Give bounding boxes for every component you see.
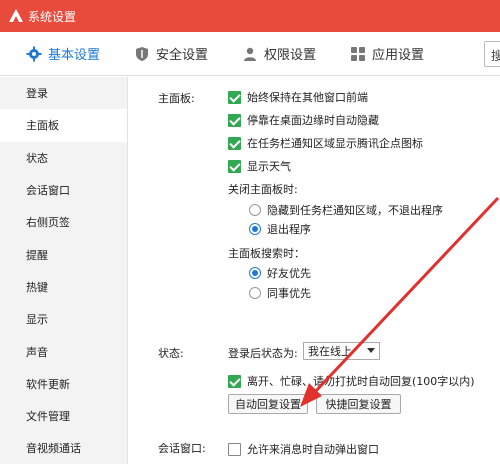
login-status-value: 我在线上	[308, 345, 352, 358]
sidebar-item-label: 热键	[26, 280, 48, 294]
checkbox-label: 允许来消息时自动弹出窗口	[247, 443, 379, 456]
checkbox-checked	[228, 113, 241, 127]
sidebar: 登录 主面板 状态 会话窗口 右侧页签 提醒 热键 显示 声音 软件更新 文件管…	[0, 77, 128, 464]
checkbox-label: 在任务栏通知区域显示腾讯企点图标	[247, 137, 423, 150]
tab-label: 权限设置	[264, 48, 317, 63]
login-status-dropdown[interactable]: 我在线上	[303, 342, 380, 360]
sidebar-item-label: 右侧页签	[26, 216, 70, 230]
gear-icon	[26, 46, 42, 61]
checkbox-label: 停靠在桌面边缘时自动隐藏	[247, 114, 379, 127]
tab-app-settings[interactable]: 应用设置	[340, 32, 434, 76]
auto-reply-settings-button[interactable]: 自动回复设置	[228, 394, 308, 414]
sidebar-item-av-call[interactable]: 音视频通话	[0, 432, 127, 464]
main-panel-section-label: 主面板:	[158, 92, 195, 105]
checkbox-auto-popup[interactable]: 允许来消息时自动弹出窗口	[228, 441, 379, 457]
sidebar-item-status[interactable]: 状态	[0, 142, 127, 174]
sidebar-item-label: 文件管理	[26, 410, 70, 424]
sidebar-item-chat-window[interactable]: 会话窗口	[0, 174, 127, 206]
tab-security-settings[interactable]: 安全设置	[124, 32, 218, 76]
quick-reply-settings-button[interactable]: 快捷回复设置	[316, 394, 401, 414]
radio-label: 同事优先	[267, 287, 311, 300]
sidebar-item-main-panel[interactable]: 主面板	[0, 109, 127, 142]
sidebar-item-label: 提醒	[26, 248, 48, 262]
sidebar-item-label: 软件更新	[26, 377, 70, 391]
app-logo-icon	[9, 9, 23, 22]
checkbox-unchecked	[228, 442, 241, 456]
sidebar-item-software-update[interactable]: 软件更新	[0, 368, 127, 400]
checkbox-checked	[228, 136, 241, 150]
sidebar-item-label: 声音	[26, 345, 48, 359]
checkbox-auto-hide[interactable]: 停靠在桌面边缘时自动隐藏	[228, 112, 379, 128]
radio-circle	[249, 204, 261, 216]
chat-window-section-label: 会话窗口:	[158, 442, 206, 455]
person-icon	[244, 47, 257, 61]
radio-friends-first[interactable]: 好友优先	[249, 265, 311, 281]
sidebar-item-sound[interactable]: 声音	[0, 335, 127, 367]
radio-label: 退出程序	[267, 223, 311, 236]
sidebar-item-label: 状态	[26, 151, 48, 165]
radio-colleagues-first[interactable]: 同事优先	[249, 285, 311, 301]
radio-circle	[249, 287, 261, 299]
grid-icon	[351, 46, 366, 61]
login-status-label: 登录后状态为:	[228, 347, 298, 360]
sidebar-item-reminder[interactable]: 提醒	[0, 238, 127, 270]
radio-circle	[249, 223, 261, 235]
sidebar-item-file-management[interactable]: 文件管理	[0, 400, 127, 432]
search-priority-label: 主面板搜索时：	[228, 247, 305, 260]
sidebar-item-label: 会话窗口	[26, 184, 70, 198]
window-title: 系统设置	[28, 9, 77, 24]
checkbox-auto-reply[interactable]: 离开、忙碌、请勿打扰时自动回复(100字以内)	[228, 373, 475, 389]
checkbox-show-weather[interactable]: 显示天气	[228, 158, 291, 174]
checkbox-label: 离开、忙碌、请勿打扰时自动回复(100字以内)	[247, 375, 475, 388]
tab-basic-settings[interactable]: 基本设置	[16, 32, 110, 76]
close-panel-label: 关闭主面板时:	[228, 183, 298, 196]
radio-label: 好友优先	[267, 267, 311, 280]
radio-hide-to-tray[interactable]: 隐藏到任务栏通知区域，不退出程序	[249, 202, 443, 218]
sidebar-item-label: 主面板	[26, 119, 59, 133]
tab-label: 安全设置	[156, 48, 209, 63]
sidebar-item-login[interactable]: 登录	[0, 77, 127, 109]
sidebar-item-label: 音视频通话	[26, 442, 81, 456]
checkbox-always-on-top[interactable]: 始终保持在其他窗口前端	[228, 89, 368, 105]
sidebar-item-label: 显示	[26, 313, 48, 327]
tab-label: 基本设置	[48, 48, 101, 63]
checkbox-label: 始终保持在其他窗口前端	[247, 91, 368, 104]
title-bar: 系统设置	[0, 0, 500, 32]
checkbox-checked	[228, 159, 241, 173]
checkbox-checked	[228, 90, 241, 104]
tab-label: 应用设置	[372, 48, 425, 63]
sidebar-item-right-tabs[interactable]: 右侧页签	[0, 206, 127, 238]
sidebar-item-hotkeys[interactable]: 热键	[0, 271, 127, 303]
tab-bar: 基本设置 安全设置 权限设置 应用设置 搜	[0, 32, 500, 76]
settings-content: 主面板: 始终保持在其他窗口前端 停靠在桌面边缘时自动隐藏 在任务栏通知区域显示…	[129, 77, 500, 464]
sidebar-item-label: 登录	[26, 87, 48, 101]
chevron-down-icon	[367, 348, 375, 353]
checkbox-label: 显示天气	[247, 160, 291, 173]
tab-permission-settings[interactable]: 权限设置	[232, 32, 326, 76]
radio-circle	[249, 267, 261, 279]
search-label: 搜	[491, 49, 500, 63]
search-box[interactable]: 搜	[484, 41, 500, 67]
checkbox-checked	[228, 374, 241, 388]
radio-label: 隐藏到任务栏通知区域，不退出程序	[267, 204, 443, 217]
radio-exit-program[interactable]: 退出程序	[249, 221, 311, 237]
shield-icon	[136, 46, 149, 61]
sidebar-item-display[interactable]: 显示	[0, 303, 127, 335]
status-section-label: 状态:	[158, 347, 184, 360]
checkbox-tray-icon[interactable]: 在任务栏通知区域显示腾讯企点图标	[228, 135, 423, 151]
